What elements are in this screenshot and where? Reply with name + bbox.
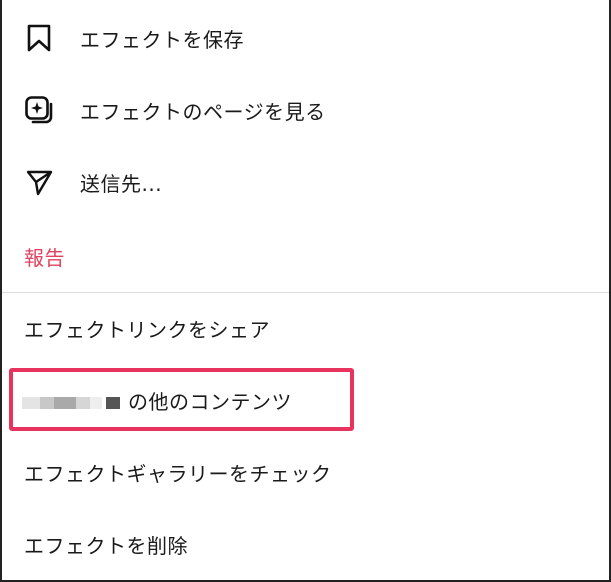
menu-item-check-effect-gallery[interactable]: エフェクトギャラリーをチェック bbox=[2, 436, 609, 508]
send-icon bbox=[22, 165, 56, 199]
highlight-box bbox=[9, 368, 354, 431]
menu-item-save-effect[interactable]: エフェクトを保存 bbox=[2, 2, 609, 74]
options-menu-sheet: エフェクトを保存 エフェクトのページを見る 送信先... 報告 エフェクトリンク… bbox=[0, 0, 611, 582]
menu-item-label: 送信先... bbox=[80, 171, 163, 196]
menu-item-share-effect-link[interactable]: エフェクトリンクをシェア bbox=[2, 292, 609, 364]
menu-item-send-to[interactable]: 送信先... bbox=[2, 146, 609, 218]
menu-item-label: エフェクトを保存 bbox=[80, 27, 244, 52]
effect-sparkle-icon bbox=[22, 93, 56, 127]
menu-item-label: エフェクトを削除 bbox=[24, 533, 188, 558]
menu-item-label: エフェクトリンクをシェア bbox=[24, 317, 270, 342]
menu-item-report[interactable]: 報告 bbox=[2, 220, 609, 292]
bookmark-icon bbox=[22, 21, 56, 55]
menu-item-delete-effect[interactable]: エフェクトを削除 bbox=[2, 508, 609, 580]
menu-item-view-effect-page[interactable]: エフェクトのページを見る bbox=[2, 74, 609, 146]
menu-item-label: エフェクトギャラリーをチェック bbox=[24, 461, 332, 486]
menu-item-label: エフェクトのページを見る bbox=[80, 99, 326, 124]
report-label: 報告 bbox=[24, 245, 65, 270]
